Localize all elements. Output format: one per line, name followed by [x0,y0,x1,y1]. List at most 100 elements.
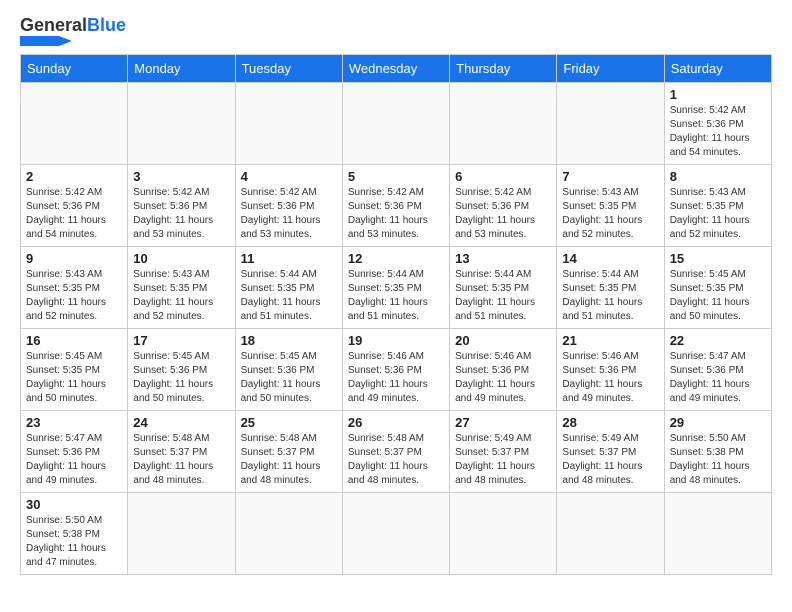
week-row-5: 30 Sunrise: 5:50 AM Sunset: 5:38 PM Dayli… [21,493,772,575]
logo-shape [20,36,72,46]
day-header-monday: Monday [128,55,235,83]
day-number: 13 [455,251,551,266]
calendar-cell: 3 Sunrise: 5:42 AM Sunset: 5:36 PM Daylig… [128,165,235,247]
week-row-0: 1 Sunrise: 5:42 AM Sunset: 5:36 PM Daylig… [21,83,772,165]
day-info: Sunrise: 5:43 AM Sunset: 5:35 PM Dayligh… [670,186,766,242]
day-header-friday: Friday [557,55,664,83]
day-number: 2 [26,169,122,184]
day-info: Sunrise: 5:42 AM Sunset: 5:36 PM Dayligh… [455,186,551,242]
day-number: 21 [562,333,658,348]
day-info: Sunrise: 5:42 AM Sunset: 5:36 PM Dayligh… [26,186,122,242]
day-number: 18 [241,333,337,348]
header: General Blue [20,16,772,46]
day-info: Sunrise: 5:44 AM Sunset: 5:35 PM Dayligh… [455,268,551,324]
day-header-tuesday: Tuesday [235,55,342,83]
calendar-cell: 5 Sunrise: 5:42 AM Sunset: 5:36 PM Daylig… [342,165,449,247]
calendar-cell: 6 Sunrise: 5:42 AM Sunset: 5:36 PM Daylig… [450,165,557,247]
calendar-cell: 17Sunrise: 5:45 AM Sunset: 5:36 PM Dayli… [128,329,235,411]
day-number: 11 [241,251,337,266]
day-info: Sunrise: 5:45 AM Sunset: 5:35 PM Dayligh… [26,350,122,406]
calendar-cell: 21 Sunrise: 5:46 AM Sunset: 5:36 PM Dayli… [557,329,664,411]
day-number: 12 [348,251,444,266]
day-number: 27 [455,415,551,430]
day-info: Sunrise: 5:43 AM Sunset: 5:35 PM Dayligh… [133,268,229,324]
calendar-cell [235,493,342,575]
calendar-cell: 29Sunrise: 5:50 AM Sunset: 5:38 PM Dayli… [664,411,771,493]
day-info: Sunrise: 5:46 AM Sunset: 5:36 PM Dayligh… [455,350,551,406]
calendar-table: SundayMondayTuesdayWednesdayThursdayFrid… [20,54,772,575]
day-header-thursday: Thursday [450,55,557,83]
day-info: Sunrise: 5:42 AM Sunset: 5:36 PM Dayligh… [670,104,766,160]
week-row-1: 2 Sunrise: 5:42 AM Sunset: 5:36 PM Daylig… [21,165,772,247]
week-row-2: 9 Sunrise: 5:43 AM Sunset: 5:35 PM Daylig… [21,247,772,329]
calendar-cell: 15 Sunrise: 5:45 AM Sunset: 5:35 PM Dayli… [664,247,771,329]
calendar-cell [664,493,771,575]
day-number: 20 [455,333,551,348]
calendar-cell [235,83,342,165]
day-number: 22 [670,333,766,348]
day-info: Sunrise: 5:46 AM Sunset: 5:36 PM Dayligh… [562,350,658,406]
day-number: 6 [455,169,551,184]
calendar-cell: 8 Sunrise: 5:43 AM Sunset: 5:35 PM Daylig… [664,165,771,247]
calendar-cell [342,493,449,575]
calendar-cell [21,83,128,165]
calendar-cell: 25 Sunrise: 5:48 AM Sunset: 5:37 PM Dayli… [235,411,342,493]
calendar-cell: 27 Sunrise: 5:49 AM Sunset: 5:37 PM Dayli… [450,411,557,493]
day-number: 23 [26,415,122,430]
day-number: 10 [133,251,229,266]
day-info: Sunrise: 5:42 AM Sunset: 5:36 PM Dayligh… [133,186,229,242]
day-number: 29 [670,415,766,430]
logo-blue: Blue [87,16,126,34]
calendar-cell: 28Sunrise: 5:49 AM Sunset: 5:37 PM Dayli… [557,411,664,493]
calendar-cell: 19Sunrise: 5:46 AM Sunset: 5:36 PM Dayli… [342,329,449,411]
calendar-cell: 9Sunrise: 5:43 AM Sunset: 5:35 PM Daylig… [21,247,128,329]
calendar-cell: 16 Sunrise: 5:45 AM Sunset: 5:35 PM Dayli… [21,329,128,411]
day-info: Sunrise: 5:46 AM Sunset: 5:36 PM Dayligh… [348,350,444,406]
day-info: Sunrise: 5:49 AM Sunset: 5:37 PM Dayligh… [455,432,551,488]
day-number: 5 [348,169,444,184]
day-number: 17 [133,333,229,348]
day-info: Sunrise: 5:44 AM Sunset: 5:35 PM Dayligh… [562,268,658,324]
day-number: 16 [26,333,122,348]
day-info: Sunrise: 5:44 AM Sunset: 5:35 PM Dayligh… [348,268,444,324]
day-info: Sunrise: 5:48 AM Sunset: 5:37 PM Dayligh… [241,432,337,488]
day-number: 14 [562,251,658,266]
day-number: 26 [348,415,444,430]
calendar-cell: 4 Sunrise: 5:42 AM Sunset: 5:36 PM Daylig… [235,165,342,247]
calendar-cell: 1 Sunrise: 5:42 AM Sunset: 5:36 PM Daylig… [664,83,771,165]
day-info: Sunrise: 5:45 AM Sunset: 5:36 PM Dayligh… [241,350,337,406]
calendar-cell: 7 Sunrise: 5:43 AM Sunset: 5:35 PM Daylig… [557,165,664,247]
calendar-cell: 18 Sunrise: 5:45 AM Sunset: 5:36 PM Dayli… [235,329,342,411]
day-info: Sunrise: 5:50 AM Sunset: 5:38 PM Dayligh… [26,514,122,570]
calendar-cell: 30 Sunrise: 5:50 AM Sunset: 5:38 PM Dayli… [21,493,128,575]
day-info: Sunrise: 5:44 AM Sunset: 5:35 PM Dayligh… [241,268,337,324]
day-info: Sunrise: 5:47 AM Sunset: 5:36 PM Dayligh… [26,432,122,488]
calendar-cell: 23 Sunrise: 5:47 AM Sunset: 5:36 PM Dayli… [21,411,128,493]
day-number: 4 [241,169,337,184]
day-info: Sunrise: 5:42 AM Sunset: 5:36 PM Dayligh… [348,186,444,242]
day-number: 9 [26,251,122,266]
day-number: 25 [241,415,337,430]
day-number: 1 [670,87,766,102]
calendar-cell [450,493,557,575]
calendar-cell [557,493,664,575]
calendar-cell: 2 Sunrise: 5:42 AM Sunset: 5:36 PM Daylig… [21,165,128,247]
calendar-cell [128,493,235,575]
calendar-cell: 10 Sunrise: 5:43 AM Sunset: 5:35 PM Dayli… [128,247,235,329]
calendar-cell: 22Sunrise: 5:47 AM Sunset: 5:36 PM Dayli… [664,329,771,411]
calendar-cell: 12 Sunrise: 5:44 AM Sunset: 5:35 PM Dayli… [342,247,449,329]
day-info: Sunrise: 5:45 AM Sunset: 5:35 PM Dayligh… [670,268,766,324]
logo: General Blue [20,16,126,46]
calendar-cell [128,83,235,165]
day-number: 15 [670,251,766,266]
day-header-sunday: Sunday [21,55,128,83]
day-header-row: SundayMondayTuesdayWednesdayThursdayFrid… [21,55,772,83]
day-info: Sunrise: 5:42 AM Sunset: 5:36 PM Dayligh… [241,186,337,242]
day-number: 7 [562,169,658,184]
day-header-wednesday: Wednesday [342,55,449,83]
day-number: 3 [133,169,229,184]
day-info: Sunrise: 5:48 AM Sunset: 5:37 PM Dayligh… [348,432,444,488]
day-number: 8 [670,169,766,184]
day-info: Sunrise: 5:43 AM Sunset: 5:35 PM Dayligh… [562,186,658,242]
day-number: 30 [26,497,122,512]
